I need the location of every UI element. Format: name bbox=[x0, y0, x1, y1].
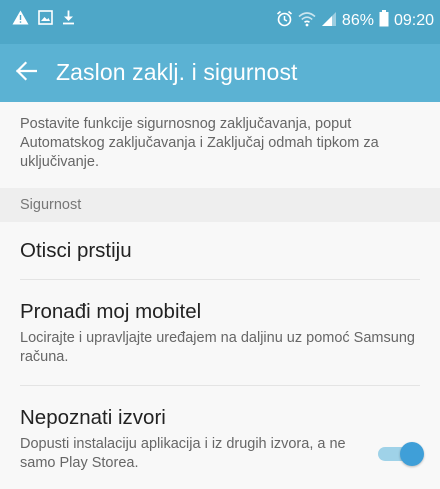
section-header-security: Sigurnost bbox=[0, 188, 440, 222]
status-bar: 86% 09:20 bbox=[0, 0, 440, 44]
settings-item-title: Nepoznati izvori bbox=[20, 406, 166, 429]
section-header-label: Sigurnost bbox=[20, 197, 82, 213]
battery-icon bbox=[379, 10, 389, 32]
alarm-icon bbox=[276, 10, 293, 32]
clock: 09:20 bbox=[393, 12, 434, 29]
settings-item-title: Pronađi moj mobitel bbox=[20, 300, 202, 323]
wifi-icon bbox=[298, 11, 316, 32]
status-bar-notifications bbox=[12, 10, 75, 30]
download-icon bbox=[62, 10, 75, 30]
signal-icon bbox=[321, 11, 337, 32]
toggle-thumb bbox=[400, 442, 424, 466]
settings-list: Postavite funkcije sigurnosnog zaključav… bbox=[0, 102, 440, 489]
arrow-left-icon bbox=[15, 60, 38, 86]
unknown-sources-toggle[interactable] bbox=[374, 442, 426, 466]
settings-item-fingerprints[interactable]: Otisci prstiju bbox=[0, 222, 440, 278]
page-description: Postavite funkcije sigurnosnog zaključav… bbox=[20, 116, 379, 170]
warning-icon bbox=[12, 10, 29, 30]
settings-item-subtitle: Locirajte i upravljajte uređajem na dalj… bbox=[20, 330, 415, 365]
battery-percent: 86% bbox=[341, 12, 374, 29]
settings-item-find-my-mobile[interactable]: Pronađi moj mobitel Locirajte i upravlja… bbox=[0, 280, 440, 384]
page-title: Zaslon zaklj. i sigurnost bbox=[56, 59, 298, 85]
settings-item-unknown-sources[interactable]: Nepoznati izvori Dopusti instalaciju apl… bbox=[0, 386, 440, 489]
settings-item-title: Otisci prstiju bbox=[20, 239, 132, 262]
settings-item-subtitle: Dopusti instalaciju aplikacija i iz drug… bbox=[20, 436, 346, 471]
back-button[interactable] bbox=[10, 57, 42, 89]
app-bar: Zaslon zaklj. i sigurnost bbox=[0, 44, 440, 102]
status-bar-system: 86% 09:20 bbox=[276, 10, 434, 32]
image-icon bbox=[38, 10, 53, 30]
